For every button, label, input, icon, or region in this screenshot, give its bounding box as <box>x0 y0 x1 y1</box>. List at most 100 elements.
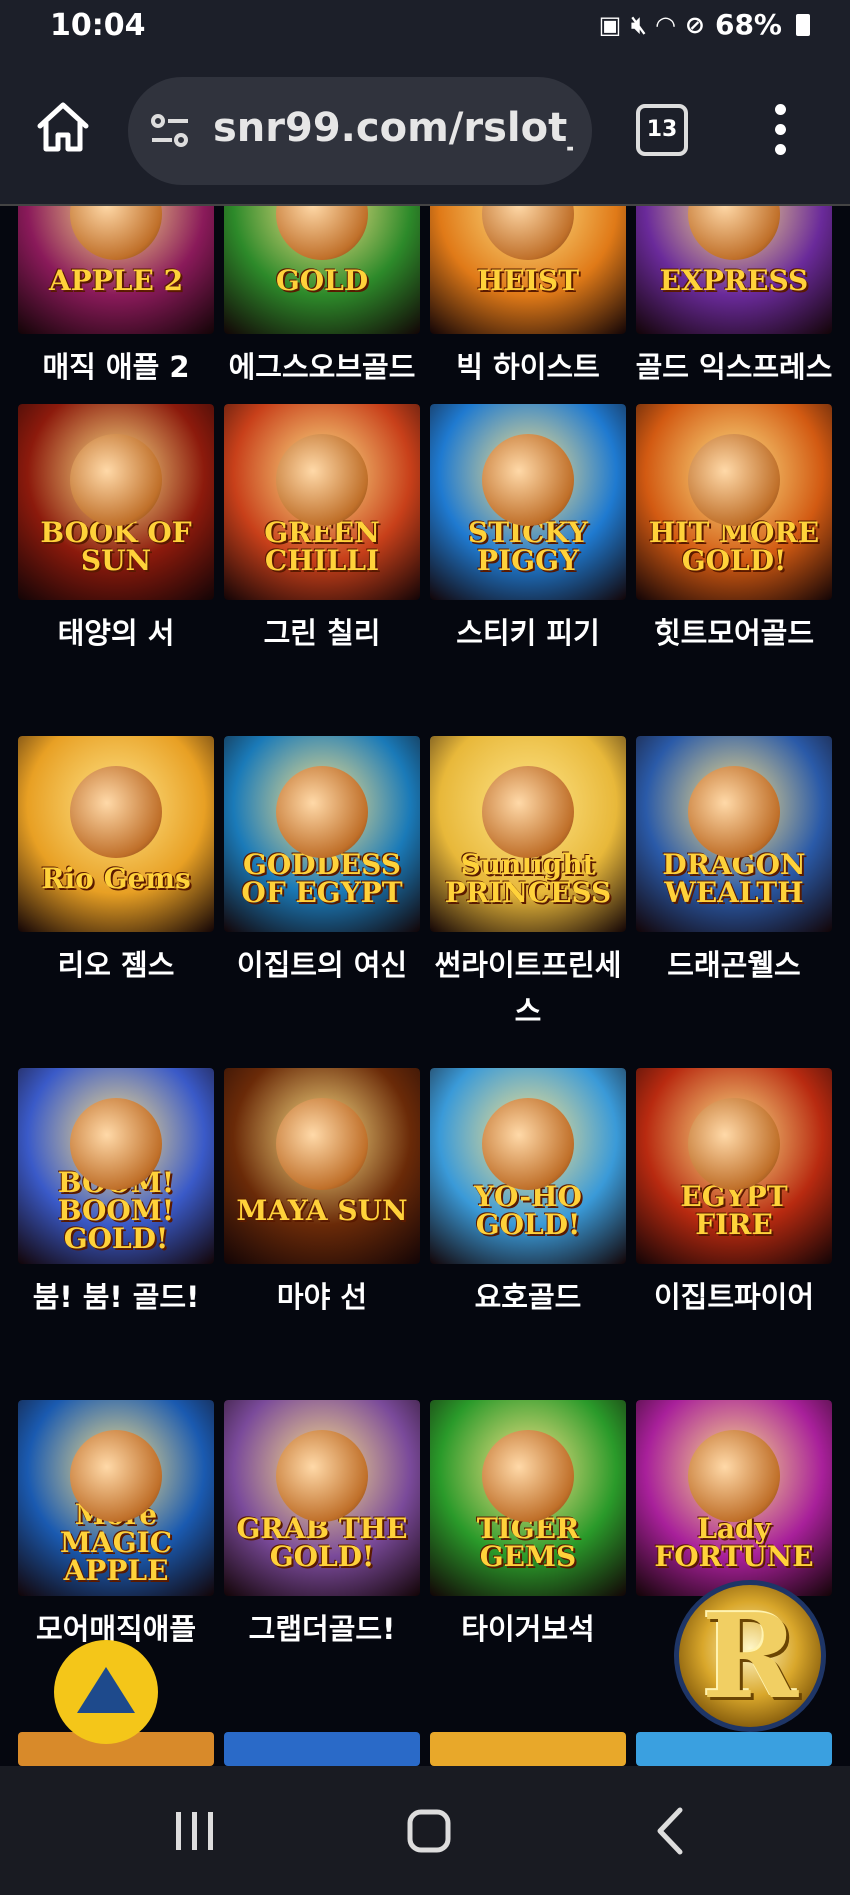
arrow-up-icon <box>77 1667 135 1713</box>
game-title[interactable]: 이집트의 여신 <box>219 942 425 988</box>
game-tile[interactable]: BOOM! BOOM! GOLD! <box>18 1068 214 1264</box>
game-tile[interactable]: HEIST <box>430 206 626 334</box>
game-title[interactable]: 스티키 피기 <box>425 610 631 656</box>
game-title[interactable]: 붐! 붐! 골드! <box>13 1274 219 1320</box>
game-tile[interactable]: EXPRESS <box>636 206 832 334</box>
game-thumbnail[interactable]: Lady FORTUNE <box>636 1400 832 1596</box>
game-title[interactable]: 힛트모어골드 <box>631 610 837 656</box>
logo-letter: R <box>701 1589 799 1725</box>
game-thumbnail[interactable]: HEIST <box>430 206 626 334</box>
game-logo: GREEN CHILLI <box>264 516 380 577</box>
recent-apps-icon[interactable] <box>170 1806 220 1856</box>
character-art <box>70 434 162 526</box>
system-nav-bar <box>0 1766 850 1895</box>
game-tile[interactable]: GOLD <box>224 206 420 334</box>
game-title[interactable]: 썬라이트프린세스 <box>425 942 631 1034</box>
game-thumbnail[interactable]: GRAB THE GOLD! <box>224 1400 420 1596</box>
game-title[interactable]: 그랩더골드! <box>219 1606 425 1652</box>
game-tile[interactable]: MAYA SUN <box>224 1068 420 1264</box>
tab-switcher-button[interactable]: 13 <box>636 104 688 156</box>
game-logo: APPLE 2 <box>48 264 184 297</box>
game-tile[interactable]: DRAGON WEALTH <box>636 736 832 932</box>
notification-icon: ▣ <box>598 10 622 39</box>
game-title[interactable]: 에그스오브골드 <box>219 344 425 390</box>
game-thumbnail[interactable]: BOOK OF SUN <box>18 404 214 600</box>
site-settings-icon[interactable] <box>150 113 190 149</box>
url-text[interactable]: snr99.com/rslot_w <box>213 105 573 151</box>
game-logo: EGYPT FIRE <box>680 1180 788 1241</box>
site-logo-button[interactable]: R <box>674 1580 826 1732</box>
game-tile[interactable]: TIGER GEMS <box>430 1400 626 1596</box>
character-art <box>482 1430 574 1522</box>
game-thumbnail[interactable]: MAYA SUN <box>224 1068 420 1264</box>
game-tile[interactable]: GRAB THE GOLD! <box>224 1400 420 1596</box>
game-thumbnail[interactable]: BOOM! BOOM! GOLD! <box>18 1068 214 1264</box>
game-tile[interactable]: BOOK OF SUN <box>18 404 214 600</box>
game-tile[interactable]: Sunlight PRINCESS <box>430 736 626 932</box>
game-thumbnail[interactable]: Rio Gems <box>18 736 214 932</box>
character-art <box>482 434 574 526</box>
game-tile-partial[interactable] <box>224 1732 420 1766</box>
game-tile[interactable]: Lady FORTUNE <box>636 1400 832 1596</box>
game-tile[interactable]: More MAGIC APPLE <box>18 1400 214 1596</box>
character-art <box>688 1098 780 1190</box>
game-tile-partial[interactable] <box>636 1732 832 1766</box>
game-logo: GRAB THE GOLD! <box>236 1512 408 1573</box>
game-title[interactable]: 태양의 서 <box>13 610 219 656</box>
game-tile[interactable]: GREEN CHILLI <box>224 404 420 600</box>
game-tile-partial[interactable] <box>430 1732 626 1766</box>
game-logo: Sunlight PRINCESS <box>444 848 612 909</box>
game-title[interactable]: 빅 하이스트 <box>425 344 631 390</box>
game-thumbnail[interactable]: Sunlight PRINCESS <box>430 736 626 932</box>
game-title[interactable]: 이집트파이어 <box>631 1274 837 1320</box>
game-thumbnail[interactable]: GREEN CHILLI <box>224 404 420 600</box>
game-tile[interactable]: EGYPT FIRE <box>636 1068 832 1264</box>
game-title[interactable]: 그린 칠리 <box>219 610 425 656</box>
more-vert-icon[interactable] <box>770 104 790 156</box>
character-art <box>70 1430 162 1522</box>
game-tile[interactable]: YO-HO GOLD! <box>430 1068 626 1264</box>
game-title[interactable]: 마야 선 <box>219 1274 425 1320</box>
character-art <box>688 766 780 858</box>
game-thumbnail[interactable]: TIGER GEMS <box>430 1400 626 1596</box>
game-logo: Rio Gems <box>41 862 191 895</box>
character-art <box>482 206 574 260</box>
game-title[interactable]: 매직 애플 2 <box>13 344 219 390</box>
character-art <box>688 206 780 260</box>
game-title[interactable]: 드래곤웰스 <box>631 942 837 988</box>
game-title[interactable]: 타이거보석 <box>425 1606 631 1652</box>
game-thumbnail[interactable]: STICKY PIGGY <box>430 404 626 600</box>
back-icon[interactable] <box>646 1806 696 1856</box>
game-tile[interactable]: HIT MORE GOLD! <box>636 404 832 600</box>
game-title[interactable]: 골드 익스프레스 <box>631 344 837 390</box>
character-art <box>276 206 368 260</box>
character-art <box>70 766 162 858</box>
game-logo: HEIST <box>477 264 579 297</box>
game-logo: BOOK OF SUN <box>40 516 192 577</box>
game-thumbnail[interactable]: HIT MORE GOLD! <box>636 404 832 600</box>
game-title[interactable]: 리오 젬스 <box>13 942 219 988</box>
game-tile[interactable]: APPLE 2 <box>18 206 214 334</box>
game-title[interactable]: 요호골드 <box>425 1274 631 1320</box>
game-thumbnail[interactable]: More MAGIC APPLE <box>18 1400 214 1596</box>
game-thumbnail[interactable]: EXPRESS <box>636 206 832 334</box>
game-grid: APPLE 2 매직 애플 2 GOLD 에그스오브골드 HEIST 빅 하이스트 EXPR… <box>0 206 850 1766</box>
game-tile[interactable]: STICKY PIGGY <box>430 404 626 600</box>
game-thumbnail[interactable]: EGYPT FIRE <box>636 1068 832 1264</box>
game-tile[interactable]: GODDESS OF EGYPT <box>224 736 420 932</box>
home-icon[interactable] <box>34 98 92 156</box>
game-thumbnail[interactable]: YO-HO GOLD! <box>430 1068 626 1264</box>
address-bar[interactable]: snr99.com/rslot_w <box>128 77 592 185</box>
game-tile[interactable]: Rio Gems <box>18 736 214 932</box>
game-thumbnail[interactable]: DRAGON WEALTH <box>636 736 832 932</box>
home-circle-icon[interactable] <box>404 1806 454 1856</box>
game-thumbnail[interactable]: APPLE 2 <box>18 206 214 334</box>
mute-icon: 🔇︎ <box>631 10 647 39</box>
game-logo: GOLD <box>275 264 369 297</box>
character-art <box>70 1098 162 1190</box>
character-art <box>276 1098 368 1190</box>
game-thumbnail[interactable]: GODDESS OF EGYPT <box>224 736 420 932</box>
status-bar: 10:04 ▣ 🔇︎ ◠ ⊘ 68% <box>0 0 850 60</box>
game-thumbnail[interactable]: GOLD <box>224 206 420 334</box>
scroll-top-button[interactable] <box>54 1640 158 1744</box>
